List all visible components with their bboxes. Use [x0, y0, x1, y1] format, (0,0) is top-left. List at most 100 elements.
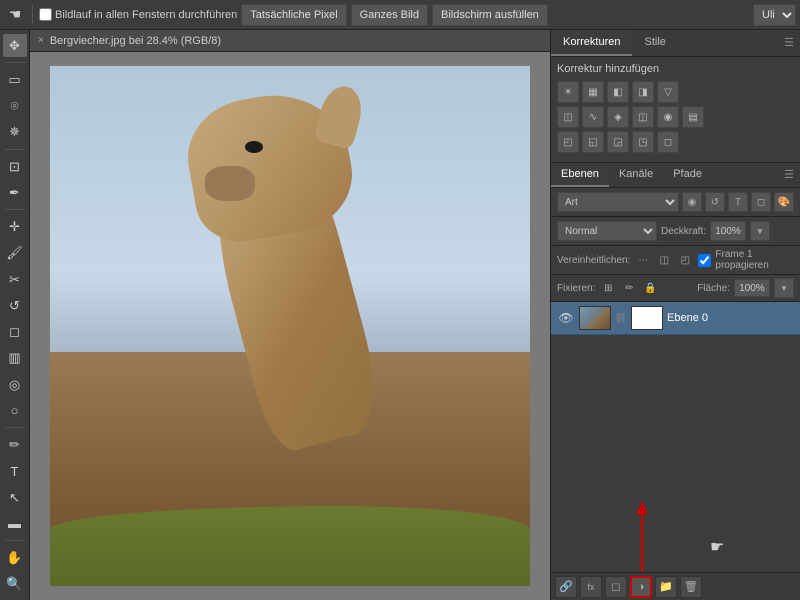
- checkbox-label: Bildlauf in allen Fenstern durchführen: [55, 9, 237, 21]
- vereinheitlichen-icons: ⋯ ◫ ◰: [634, 251, 694, 269]
- shape-tool[interactable]: ▬: [3, 512, 27, 535]
- delete-layer-button[interactable]: 🗑: [680, 576, 702, 598]
- layer-row-ebene0[interactable]: 👁 ⛓ Ebene 0: [551, 302, 800, 335]
- clone-stamp-tool[interactable]: ✂: [3, 268, 27, 291]
- filter-icon-3[interactable]: T: [728, 192, 748, 212]
- healing-brush-tool[interactable]: ✛: [3, 215, 27, 238]
- fix-icon-1[interactable]: ⊞: [599, 279, 617, 297]
- close-tab-button[interactable]: ×: [38, 35, 44, 46]
- image-canvas: [50, 66, 530, 586]
- tab-kanaele[interactable]: Kanäle: [609, 163, 663, 187]
- vein-icon-1[interactable]: ⋯: [634, 251, 652, 269]
- flaeche-label: Fläche:: [697, 283, 730, 294]
- magic-wand-tool[interactable]: ✵: [3, 121, 27, 144]
- hand-tool[interactable]: ✋: [3, 546, 27, 569]
- vein-icon-3[interactable]: ◰: [676, 251, 694, 269]
- layers-menu-icon[interactable]: ☰: [778, 163, 800, 187]
- filter-icon-2[interactable]: ↺: [705, 192, 725, 212]
- flaeche-arrow[interactable]: ▼: [774, 278, 794, 298]
- layer-visibility-icon[interactable]: 👁: [557, 309, 575, 327]
- filter-icon-1[interactable]: ◉: [682, 192, 702, 212]
- tool-separator-3: [5, 209, 25, 210]
- layers-panel-tabs: Ebenen Kanäle Pfade ☰: [551, 163, 800, 188]
- hand-tool-icon[interactable]: ☚: [4, 4, 26, 26]
- path-selection-tool[interactable]: ↖: [3, 486, 27, 509]
- top-toolbar: ☚ Bildlauf in allen Fenstern durchführen…: [0, 0, 800, 30]
- photofilter-icon[interactable]: ◫: [632, 106, 654, 128]
- colorbalance-icon[interactable]: ∿: [582, 106, 604, 128]
- pen-tool[interactable]: ✏: [3, 433, 27, 456]
- posterize-icon[interactable]: ◱: [582, 131, 604, 153]
- main-area: ✥ ▭ ⌾ ✵ ⊡ ✒ ✛ 🖌 ✂ ↺ ◻ ▥ ◎ ○ ✏ T ↖ ▬ ✋ 🔍 …: [0, 30, 800, 600]
- gradient-map-icon[interactable]: ◳: [632, 131, 654, 153]
- dodge-tool[interactable]: ○: [3, 399, 27, 422]
- tab-pfade[interactable]: Pfade: [663, 163, 712, 187]
- fix-icon-3[interactable]: 🔒: [641, 279, 659, 297]
- user-select[interactable]: Uli: [753, 4, 796, 26]
- blend-mode-select[interactable]: Normal: [557, 221, 657, 241]
- new-adjustment-layer-button[interactable]: ◑: [630, 576, 652, 598]
- opacity-arrow[interactable]: ▼: [750, 221, 770, 241]
- run-all-windows-checkbox[interactable]: [39, 8, 52, 21]
- layer-thumbnail-image: [579, 306, 611, 330]
- fill-screen-button[interactable]: Bildschirm ausfüllen: [432, 4, 548, 26]
- brightness-icon[interactable]: ☀: [557, 81, 579, 103]
- lasso-tool[interactable]: ⌾: [3, 94, 27, 117]
- threshold-icon[interactable]: ◲: [607, 131, 629, 153]
- canvas-tab-title: Bergviecher.jpg bei 28.4% (RGB/8): [50, 35, 221, 47]
- move-tool[interactable]: ✥: [3, 34, 27, 57]
- canvas-area: × Bergviecher.jpg bei 28.4% (RGB/8): [30, 30, 550, 600]
- tool-separator-5: [5, 540, 25, 541]
- new-group-button[interactable]: 📁: [655, 576, 677, 598]
- colerlookup-icon[interactable]: ▤: [682, 106, 704, 128]
- flaeche-value[interactable]: 100%: [734, 279, 770, 297]
- filter-icon-5[interactable]: 🎨: [774, 192, 794, 212]
- tab-ebenen[interactable]: Ebenen: [551, 163, 609, 187]
- levels-icon[interactable]: ▦: [582, 81, 604, 103]
- tab-korrekturen[interactable]: Korrekturen: [551, 30, 632, 56]
- actual-pixels-button[interactable]: Tatsächliche Pixel: [241, 4, 346, 26]
- panel-menu-icon[interactable]: ☰: [778, 30, 800, 56]
- layers-filter-row: Art ◉ ↺ T ◻ 🎨: [551, 188, 800, 217]
- layer-bottom-toolbar: 🔗 fx ◻ ◑ 📁 🗑 ☛: [551, 572, 800, 600]
- gradient-tool[interactable]: ▥: [3, 347, 27, 370]
- text-tool[interactable]: T: [3, 460, 27, 483]
- marquee-tool[interactable]: ▭: [3, 68, 27, 91]
- zoom-tool[interactable]: 🔍: [3, 573, 27, 596]
- filter-icon-4[interactable]: ◻: [751, 192, 771, 212]
- layers-panel: Ebenen Kanäle Pfade ☰ Art ◉ ↺ T ◻ 🎨 Norm…: [551, 163, 800, 600]
- checkbox-container: Bildlauf in allen Fenstern durchführen: [39, 8, 237, 21]
- vein-icon-2[interactable]: ◫: [655, 251, 673, 269]
- tool-separator-2: [5, 149, 25, 150]
- history-brush-tool[interactable]: ↺: [3, 294, 27, 317]
- crop-tool[interactable]: ⊡: [3, 155, 27, 178]
- curves-icon[interactable]: ◧: [607, 81, 629, 103]
- blur-tool[interactable]: ◎: [3, 373, 27, 396]
- layer-mask-thumbnail: [631, 306, 663, 330]
- brush-tool[interactable]: 🖌: [3, 242, 27, 265]
- add-style-button[interactable]: fx: [580, 576, 602, 598]
- fix-icons-group: ⊞ ✏ 🔒: [599, 279, 659, 297]
- add-mask-button[interactable]: ◻: [605, 576, 627, 598]
- tab-stile[interactable]: Stile: [632, 30, 677, 56]
- eyedropper-tool[interactable]: ✒: [3, 181, 27, 204]
- canvas-content[interactable]: [30, 52, 550, 600]
- hsl-icon[interactable]: ◫: [557, 106, 579, 128]
- fit-screen-button[interactable]: Ganzes Bild: [351, 4, 428, 26]
- invert-icon[interactable]: ◰: [557, 131, 579, 153]
- separator-1: [32, 5, 33, 25]
- frame-propagate-checkbox[interactable]: [698, 254, 711, 267]
- right-panel: Korrekturen Stile ☰ Korrektur hinzufügen…: [550, 30, 800, 600]
- toolbar-right: Uli: [753, 4, 796, 26]
- layers-blend-row: Normal Deckkraft: 100% ▼: [551, 217, 800, 246]
- corrections-row-1: ☀ ▦ ◧ ◨ ▽: [557, 81, 794, 103]
- link-layers-button[interactable]: 🔗: [555, 576, 577, 598]
- exposure-icon[interactable]: ◨: [632, 81, 654, 103]
- eraser-tool[interactable]: ◻: [3, 320, 27, 343]
- fix-icon-2[interactable]: ✏: [620, 279, 638, 297]
- layer-thumb-content: [580, 307, 610, 329]
- bw-icon[interactable]: ◈: [607, 106, 629, 128]
- corrections-row-3: ◰ ◱ ◲ ◳ ◻: [557, 131, 794, 153]
- opacity-value[interactable]: 100%: [710, 221, 746, 241]
- layer-list: 👁 ⛓ Ebene 0: [551, 302, 800, 572]
